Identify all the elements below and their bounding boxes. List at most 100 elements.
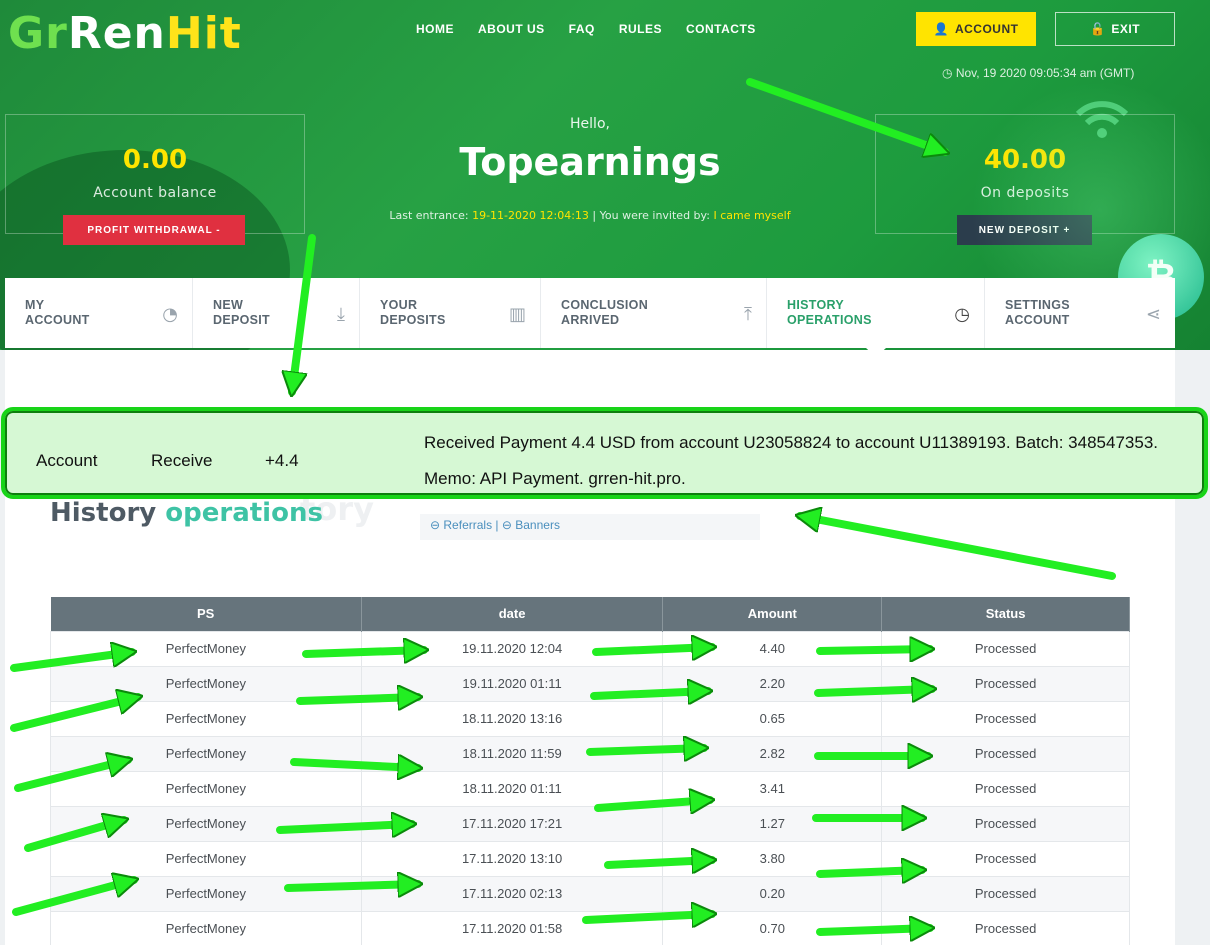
tab-history-operations[interactable]: HISTORY OPERATIONS ◷ bbox=[767, 278, 985, 357]
table-row: PerfectMoney 19.11.2020 01:11 2.20 Proce… bbox=[50, 665, 1130, 702]
cell-status: Processed bbox=[881, 735, 1130, 772]
nav-rules[interactable]: RULES bbox=[619, 22, 662, 36]
cell-status: Processed bbox=[881, 700, 1130, 737]
invited-by-label: | You were invited by: bbox=[592, 209, 710, 222]
share-icon: ⋖ bbox=[1145, 304, 1161, 325]
cell-ps: PerfectMoney bbox=[50, 840, 362, 877]
cell-amount: 0.65 bbox=[662, 700, 883, 737]
table-row: PerfectMoney 17.11.2020 17:21 1.27 Proce… bbox=[50, 805, 1130, 842]
cell-amount: 0.70 bbox=[662, 910, 883, 945]
cell-amount: 0.20 bbox=[662, 875, 883, 912]
cell-status: Processed bbox=[881, 840, 1130, 877]
speedometer-icon: ◔ bbox=[162, 304, 178, 325]
history-title: History operations bbox=[50, 498, 323, 528]
cell-status: Processed bbox=[881, 665, 1130, 702]
table-row: PerfectMoney 19.11.2020 12:04 4.40 Proce… bbox=[50, 630, 1130, 667]
cell-date: 17.11.2020 13:10 bbox=[360, 840, 664, 877]
bar-chart-icon: ▥ bbox=[508, 304, 526, 325]
cell-date: 18.11.2020 13:16 bbox=[360, 700, 664, 737]
table-row: PerfectMoney 17.11.2020 01:58 0.70 Proce… bbox=[50, 910, 1130, 945]
highlight-memo-line: Memo: API Payment. grren-hit.pro. bbox=[424, 469, 686, 488]
tab-your-deposits[interactable]: YOUR DEPOSITS ▥ bbox=[360, 278, 541, 348]
cell-date: 17.11.2020 17:21 bbox=[360, 805, 664, 842]
col-header-ps: PS bbox=[50, 597, 362, 631]
col-header-date: date bbox=[361, 597, 664, 631]
nav-faq[interactable]: FAQ bbox=[569, 22, 595, 36]
clock-text: Nov, 19 2020 09:05:34 am (GMT) bbox=[955, 66, 1135, 80]
history-title-part2: operations bbox=[165, 498, 323, 528]
nav-home[interactable]: HOME bbox=[416, 22, 454, 36]
cell-ps: PerfectMoney bbox=[50, 665, 362, 702]
exit-button[interactable]: 🔓 EXIT bbox=[1055, 12, 1175, 46]
cell-status: Processed bbox=[881, 875, 1130, 912]
tab-conclusion-arrived[interactable]: CONCLUSION ARRIVED ⤒ bbox=[541, 278, 767, 348]
table-row: PerfectMoney 17.11.2020 02:13 0.20 Proce… bbox=[50, 875, 1130, 912]
server-clock: ◷ Nov, 19 2020 09:05:34 am (GMT) bbox=[942, 66, 1134, 80]
highlight-amount: +4.4 bbox=[265, 451, 299, 470]
account-button-label: ACCOUNT bbox=[954, 22, 1019, 36]
logo-part-2: Ren bbox=[67, 8, 166, 59]
greeting-hello: Hello, bbox=[570, 116, 610, 132]
cell-amount: 3.80 bbox=[662, 840, 883, 877]
col-header-amount: Amount bbox=[662, 597, 883, 631]
cell-date: 18.11.2020 11:59 bbox=[360, 735, 664, 772]
table-row: PerfectMoney 18.11.2020 01:11 3.41 Proce… bbox=[50, 770, 1130, 807]
cell-amount: 2.20 bbox=[662, 665, 883, 702]
cell-ps: PerfectMoney bbox=[50, 805, 362, 842]
account-button[interactable]: 👤 ACCOUNT bbox=[916, 12, 1036, 46]
cell-ps: PerfectMoney bbox=[50, 910, 362, 945]
account-tabs: MY ACCOUNT ◔ NEW DEPOSIT ⤓ YOUR DEPOSITS… bbox=[5, 278, 1175, 357]
cell-status: Processed bbox=[881, 910, 1130, 945]
last-entrance-info: Last entrance: 19-11-2020 12:04:13 | You… bbox=[0, 209, 1180, 222]
logo[interactable]: GrRenHit bbox=[8, 8, 242, 59]
clock-icon: ◷ bbox=[942, 66, 953, 80]
highlight-account: Account bbox=[36, 451, 98, 470]
tab-my-account[interactable]: MY ACCOUNT ◔ bbox=[5, 278, 193, 348]
logo-part-3: Hit bbox=[165, 8, 242, 59]
cell-date: 19.11.2020 01:11 bbox=[360, 665, 664, 702]
inviter-value: I came myself bbox=[713, 209, 791, 222]
highlight-receive: Receive bbox=[151, 451, 213, 470]
upload-icon: ⤒ bbox=[744, 304, 752, 325]
cell-amount: 3.41 bbox=[662, 770, 883, 807]
tab-settings-account[interactable]: SETTINGS ACCOUNT ⋖ bbox=[985, 278, 1175, 348]
cell-ps: PerfectMoney bbox=[50, 700, 362, 737]
cell-status: Processed bbox=[881, 770, 1130, 807]
cell-ps: PerfectMoney bbox=[50, 770, 362, 807]
nav-contacts[interactable]: CONTACTS bbox=[686, 22, 756, 36]
cell-ps: PerfectMoney bbox=[50, 875, 362, 912]
referrals-banners-links[interactable]: ⊖ Referrals | ⊖ Banners bbox=[420, 514, 760, 540]
history-table: PS date Amount Status PerfectMoney 19.11… bbox=[50, 597, 1130, 945]
wifi-icon bbox=[1075, 101, 1129, 138]
balance-caption: Account balance bbox=[93, 185, 217, 201]
main-nav: HOME ABOUT US FAQ RULES CONTACTS bbox=[416, 22, 756, 36]
table-header-row: PS date Amount Status bbox=[50, 597, 1130, 631]
history-title-part1: History bbox=[50, 498, 157, 528]
cell-status: Processed bbox=[881, 805, 1130, 842]
cell-ps: PerfectMoney bbox=[50, 735, 362, 772]
tab-label-line2: ARRIVED bbox=[561, 313, 620, 327]
cell-date: 17.11.2020 01:58 bbox=[360, 910, 664, 945]
table-row: PerfectMoney 17.11.2020 13:10 3.80 Proce… bbox=[50, 840, 1130, 877]
user-icon: 👤 bbox=[933, 22, 949, 36]
table-row: PerfectMoney 18.11.2020 13:16 0.65 Proce… bbox=[50, 700, 1130, 737]
highlight-payment-line: Received Payment 4.4 USD from account U2… bbox=[424, 433, 1158, 452]
payment-highlight-box: Account Receive +4.4 Received Payment 4.… bbox=[1, 407, 1208, 499]
logo-part-1: Gr bbox=[8, 8, 68, 59]
tab-new-deposit[interactable]: NEW DEPOSIT ⤓ bbox=[193, 278, 360, 348]
tab-label-line1: CONCLUSION bbox=[561, 298, 649, 312]
last-entrance-label: Last entrance: bbox=[389, 209, 469, 222]
cell-amount: 1.27 bbox=[662, 805, 883, 842]
cell-amount: 4.40 bbox=[662, 630, 883, 667]
cell-amount: 2.82 bbox=[662, 735, 883, 772]
history-icon: ◷ bbox=[954, 304, 970, 325]
table-row: PerfectMoney 18.11.2020 11:59 2.82 Proce… bbox=[50, 735, 1130, 772]
cell-date: 19.11.2020 12:04 bbox=[360, 630, 664, 667]
new-deposit-button[interactable]: NEW DEPOSIT + bbox=[957, 215, 1092, 245]
download-icon: ⤓ bbox=[337, 304, 345, 325]
cell-date: 18.11.2020 01:11 bbox=[360, 770, 664, 807]
nav-about-us[interactable]: ABOUT US bbox=[478, 22, 545, 36]
cell-status: Processed bbox=[881, 630, 1130, 667]
cell-date: 17.11.2020 02:13 bbox=[360, 875, 664, 912]
lock-icon: 🔓 bbox=[1089, 22, 1106, 36]
